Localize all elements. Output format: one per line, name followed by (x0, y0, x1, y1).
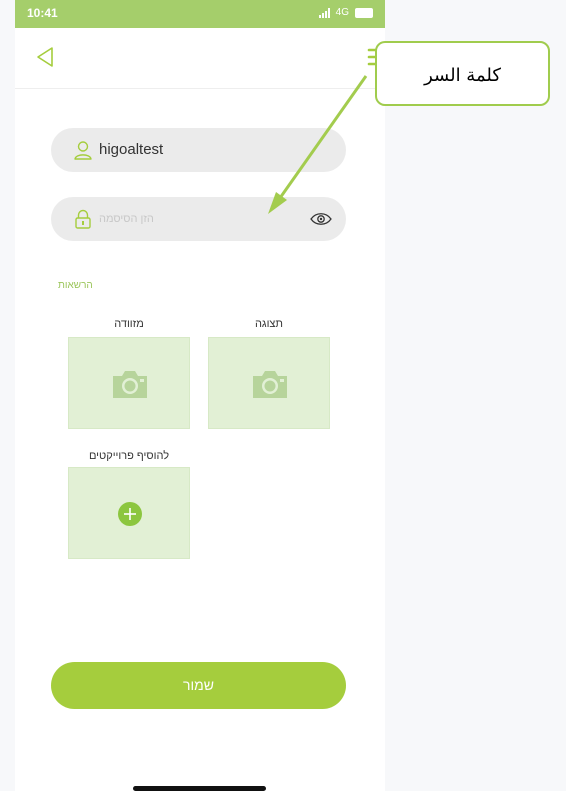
slot-label-display: תצוגה (254, 318, 284, 330)
slot-label-luggage: מזוודה (114, 318, 144, 330)
username-field[interactable]: higoaltest (51, 128, 346, 172)
add-project-slot[interactable] (68, 467, 190, 559)
annotation-callout: كلمة السر (375, 41, 550, 106)
camera-icon (253, 371, 287, 398)
status-bar: 10:41 4G (15, 0, 385, 28)
plus-circle-icon (118, 502, 142, 526)
user-icon (74, 141, 92, 160)
status-time: 10:41 (27, 6, 58, 20)
photo-slot-luggage[interactable] (68, 337, 190, 429)
save-button[interactable]: שמור (51, 662, 346, 709)
password-field[interactable]: הזן הסיסמה (51, 197, 346, 241)
nav-header (15, 28, 385, 89)
permissions-label: הרשאות (58, 280, 93, 291)
phone-screen: 10:41 4G higoaltest הזן הסיסמה הרשאות מז… (15, 0, 385, 791)
camera-icon (113, 371, 147, 398)
network-type: 4G (335, 7, 349, 18)
username-value: higoaltest (99, 141, 164, 158)
back-arrow-icon[interactable] (35, 46, 55, 68)
home-indicator (133, 786, 266, 791)
password-placeholder: הזן הסיסמה (99, 213, 154, 225)
slot-label-add-projects: להוסיף פרוייקטים (88, 450, 170, 462)
lock-icon (75, 209, 91, 229)
eye-icon[interactable] (310, 211, 332, 227)
battery-icon (355, 7, 373, 18)
photo-slot-display[interactable] (208, 337, 330, 429)
callout-text: كلمة السر (424, 65, 501, 86)
status-signal: 4G (318, 7, 373, 18)
signal-icon (318, 7, 330, 18)
